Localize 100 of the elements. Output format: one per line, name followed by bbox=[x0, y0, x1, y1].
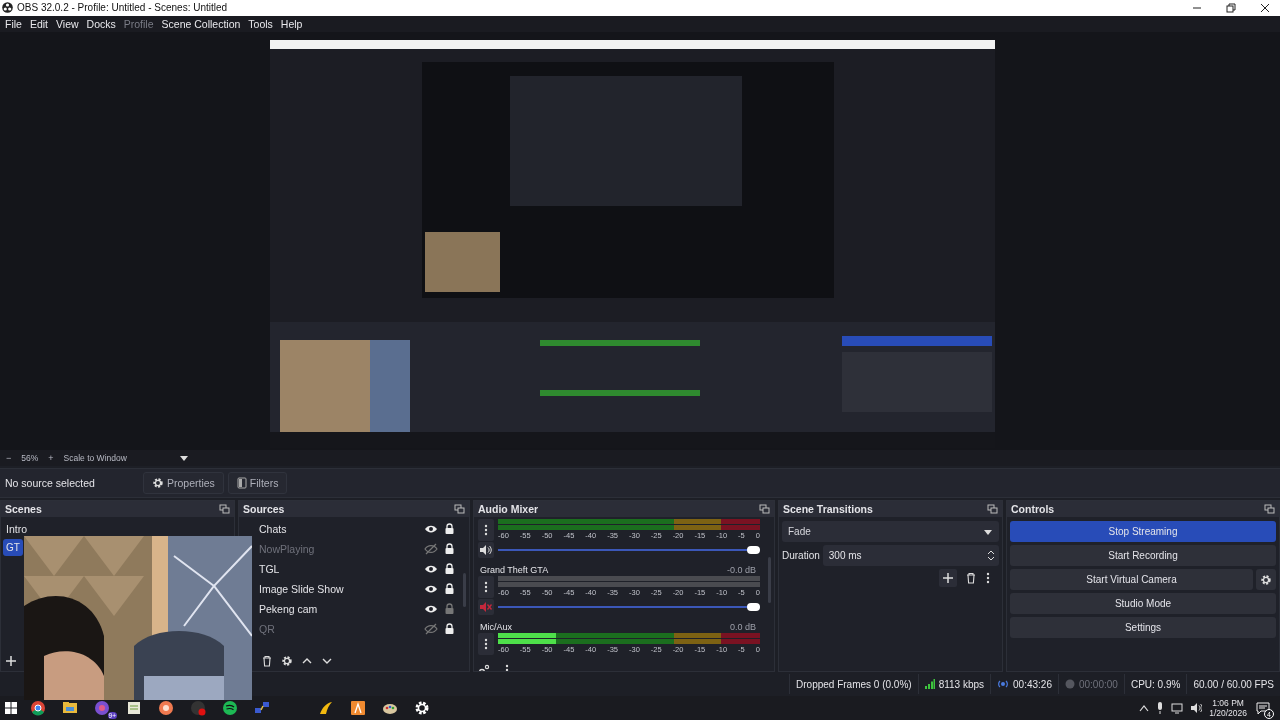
volume-slider[interactable] bbox=[498, 545, 760, 556]
clock-time[interactable]: 1:06 PM bbox=[1212, 698, 1244, 709]
swoosh-app-icon bbox=[318, 700, 334, 717]
properties-button[interactable]: Properties bbox=[143, 472, 224, 495]
record-time: 00:00:00 bbox=[1078, 678, 1118, 690]
eye-slash-icon[interactable] bbox=[424, 623, 438, 636]
menu-item[interactable]: Tools bbox=[244, 17, 277, 30]
clock-date[interactable]: 1/20/2026 bbox=[1209, 708, 1247, 719]
control-button[interactable]: Stop Streaming bbox=[1010, 521, 1276, 543]
lock-icon[interactable] bbox=[444, 543, 455, 556]
scene-item[interactable]: Intro bbox=[3, 520, 30, 538]
slider-thumb[interactable] bbox=[747, 603, 760, 612]
control-button[interactable]: Settings bbox=[1010, 617, 1276, 639]
bitrate: 8113 kbps bbox=[938, 678, 985, 690]
scene-item[interactable]: GT bbox=[3, 539, 23, 557]
signal-bars-icon bbox=[924, 679, 935, 690]
kebab-icon bbox=[483, 581, 489, 594]
control-button[interactable]: Studio Mode bbox=[1010, 593, 1276, 615]
zoom-level: 56% bbox=[21, 453, 39, 464]
circle-app-icon bbox=[158, 700, 174, 717]
trash-icon[interactable] bbox=[261, 655, 273, 668]
duration-label: Duration bbox=[782, 550, 820, 562]
volume-reading: -0.0 dB bbox=[726, 564, 756, 575]
chevron-up-icon[interactable] bbox=[1139, 704, 1150, 713]
tile-app-icon bbox=[350, 700, 366, 717]
add-button[interactable] bbox=[939, 569, 957, 588]
source-name[interactable]: Image Slide Show bbox=[259, 583, 418, 596]
add-icon bbox=[942, 572, 954, 585]
close-icon[interactable] bbox=[1260, 2, 1270, 13]
eye-slash-icon[interactable] bbox=[424, 543, 438, 556]
gear-icon[interactable] bbox=[281, 655, 293, 668]
channel-name: Grand Theft GTA bbox=[480, 564, 549, 575]
volume-slider[interactable] bbox=[498, 602, 760, 613]
float-icon[interactable] bbox=[454, 504, 465, 515]
settings-icon bbox=[414, 700, 430, 717]
settings-button[interactable] bbox=[1256, 569, 1276, 591]
channel-menu-button[interactable] bbox=[478, 633, 494, 656]
float-icon[interactable] bbox=[1264, 504, 1275, 515]
trash-icon bbox=[965, 572, 977, 585]
scale-dropdown[interactable]: Scale to Window bbox=[63, 453, 189, 464]
transition-dropdown[interactable]: Fade bbox=[782, 521, 999, 543]
slider-thumb[interactable] bbox=[747, 546, 760, 555]
control-button[interactable]: Start Recording bbox=[1010, 545, 1276, 567]
dock-title: Audio Mixer bbox=[478, 503, 539, 516]
kebab-icon bbox=[483, 638, 489, 651]
zoom-in-button[interactable]: + bbox=[48, 453, 54, 464]
down-icon bbox=[987, 556, 995, 563]
control-button[interactable]: Start Virtual Camera bbox=[1010, 569, 1253, 591]
duration-field[interactable]: 300 ms bbox=[822, 545, 999, 567]
add-icon[interactable] bbox=[5, 655, 17, 668]
dock-title: Scenes bbox=[5, 503, 42, 516]
caret-icon bbox=[178, 454, 189, 463]
cpu-usage: CPU: 0.9% bbox=[1130, 678, 1181, 690]
up-icon bbox=[987, 549, 995, 556]
menu-item[interactable]: Edit bbox=[25, 17, 52, 30]
menu-item[interactable]: Help bbox=[276, 17, 307, 30]
music-app-icon bbox=[222, 700, 238, 717]
channel-name: Mic/Aux bbox=[480, 621, 512, 632]
float-icon[interactable] bbox=[759, 504, 770, 515]
kebab-icon bbox=[483, 524, 489, 537]
network-icon[interactable] bbox=[1171, 702, 1184, 714]
gear-icon bbox=[152, 477, 164, 490]
dock-title: Sources bbox=[243, 503, 285, 516]
microphone-icon[interactable] bbox=[1156, 702, 1165, 715]
dropped-frames: Dropped Frames 0 (0.0%) bbox=[796, 678, 912, 690]
record-icon bbox=[1064, 679, 1075, 690]
dock-title: Controls bbox=[1011, 503, 1055, 516]
zoom-out-button[interactable]: − bbox=[6, 453, 12, 464]
source-name[interactable]: Chats bbox=[259, 523, 418, 536]
notepad-icon bbox=[126, 700, 142, 717]
volume-reading: 0.0 dB bbox=[729, 621, 756, 632]
menu-item[interactable]: View bbox=[52, 17, 83, 30]
selection-status: No source selected bbox=[5, 477, 96, 490]
menu-item[interactable]: Docks bbox=[82, 17, 120, 30]
float-icon[interactable] bbox=[987, 504, 998, 515]
float-icon[interactable] bbox=[219, 504, 230, 515]
windows-start-icon[interactable] bbox=[5, 702, 17, 715]
lock-icon[interactable] bbox=[444, 583, 455, 596]
restore-icon[interactable] bbox=[1226, 2, 1236, 13]
lock-icon[interactable] bbox=[444, 623, 455, 636]
filters-button[interactable]: Filters bbox=[227, 472, 288, 495]
source-name[interactable]: TGL bbox=[259, 563, 418, 576]
kebab-icon bbox=[985, 572, 991, 585]
lock-icon[interactable] bbox=[444, 563, 455, 576]
fps-reading: 60.00 / 60.00 FPS bbox=[1193, 678, 1274, 690]
window-title: OBS 32.0.2 - Profile: Untitled - Scenes: Untitled bbox=[17, 2, 229, 14]
caret-icon bbox=[983, 527, 993, 536]
message-icon bbox=[1256, 702, 1270, 715]
obs-app-icon bbox=[190, 700, 206, 717]
filter-icon bbox=[236, 477, 247, 490]
volume-icon[interactable] bbox=[1190, 702, 1203, 715]
dock-title: Scene Transitions bbox=[783, 503, 873, 516]
source-name[interactable]: Pekeng cam bbox=[259, 603, 418, 616]
browser-icon bbox=[30, 700, 46, 717]
menu-item[interactable]: Scene Collection bbox=[157, 17, 245, 30]
menu-item[interactable]: File bbox=[1, 17, 26, 30]
streaming-icon bbox=[997, 679, 1010, 690]
stream-time: 00:43:26 bbox=[1013, 678, 1052, 690]
lock-icon[interactable] bbox=[444, 523, 455, 536]
chat-app-icon bbox=[94, 700, 110, 717]
